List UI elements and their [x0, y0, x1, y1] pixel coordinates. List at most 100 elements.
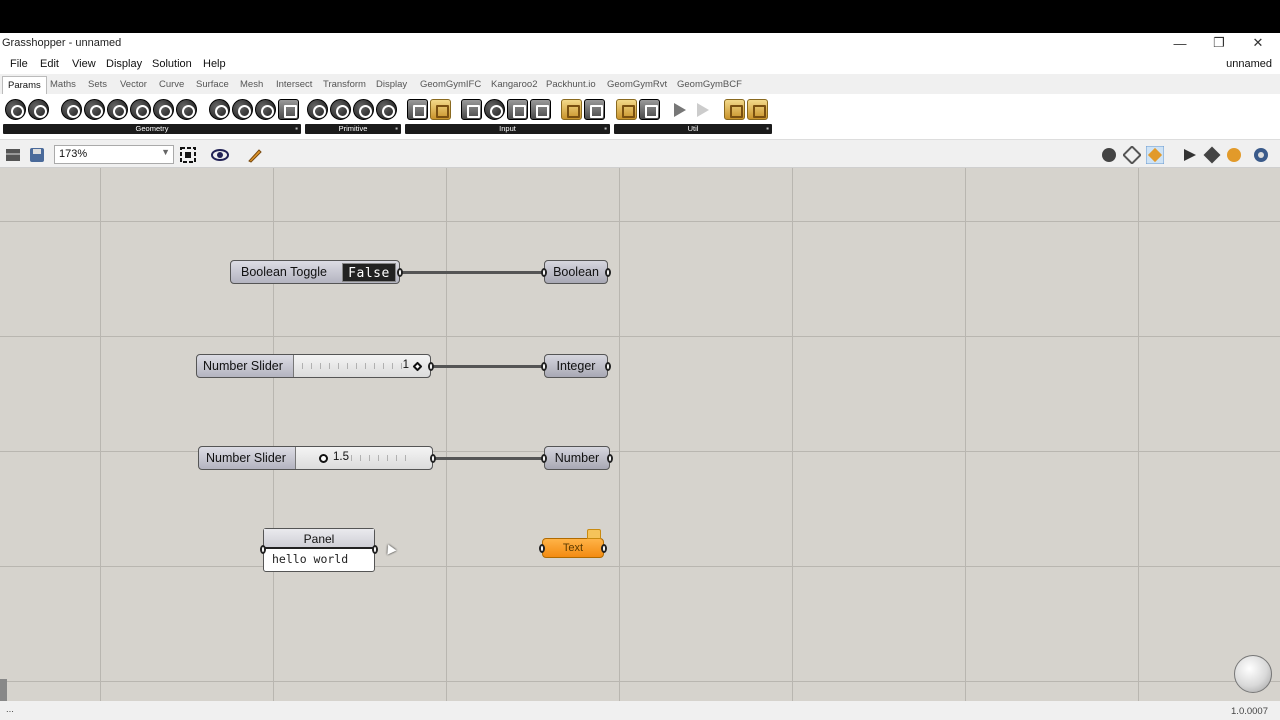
tab-display[interactable]: Display	[376, 79, 407, 90]
material-preview-icon[interactable]	[1225, 146, 1243, 164]
tab-maths[interactable]: Maths	[50, 79, 76, 90]
tab-mesh[interactable]: Mesh	[240, 79, 263, 90]
integer-param-icon[interactable]	[330, 99, 351, 120]
field-param-icon[interactable]	[278, 99, 299, 120]
integer-slider-component[interactable]: Number Slider 1	[196, 354, 434, 378]
wire[interactable]	[433, 457, 544, 460]
tab-kangaroo2[interactable]: Kangaroo2	[491, 79, 537, 90]
slider-knob[interactable]	[412, 361, 423, 372]
input-grip[interactable]	[539, 544, 545, 553]
tab-geomgymrvt[interactable]: GeomGymRvt	[607, 79, 667, 90]
text-param-icon[interactable]	[376, 99, 397, 120]
jump-icon[interactable]	[724, 99, 745, 120]
slider-track[interactable]: 1	[293, 355, 430, 377]
tab-geomgymbcf[interactable]: GeomGymBCF	[677, 79, 742, 90]
canvas[interactable]: Boolean Toggle False Boolean Number Slid…	[0, 168, 1280, 701]
output-grip[interactable]	[607, 454, 613, 463]
slider-knob[interactable]	[319, 454, 328, 463]
output-grip[interactable]	[430, 454, 436, 463]
data-output-icon[interactable]	[693, 99, 714, 120]
galapagos-icon[interactable]	[747, 99, 768, 120]
menu-solution[interactable]: Solution	[152, 58, 192, 70]
number-slider-component[interactable]: Number Slider 1.5	[198, 446, 436, 470]
selected-preview-icon[interactable]	[1181, 146, 1199, 164]
tab-surface[interactable]: Surface	[196, 79, 229, 90]
plane-param-icon[interactable]	[176, 99, 197, 120]
menu-view[interactable]: View	[72, 58, 96, 70]
restore-icon[interactable]: ❐	[1199, 33, 1239, 53]
slider-track[interactable]: 1.5	[295, 447, 432, 469]
fitness-icon[interactable]	[639, 99, 660, 120]
domain-param-icon[interactable]	[353, 99, 374, 120]
input-grip[interactable]	[260, 545, 266, 554]
output-grip[interactable]	[428, 362, 434, 371]
mesh-param-icon[interactable]	[255, 99, 276, 120]
save-icon[interactable]	[28, 146, 46, 164]
output-grip[interactable]	[601, 544, 607, 553]
menu-file[interactable]: File	[10, 58, 28, 70]
number-slider-icon[interactable]	[507, 99, 528, 120]
panel-icon[interactable]	[561, 99, 582, 120]
vector-param-icon[interactable]	[28, 99, 49, 120]
output-grip[interactable]	[397, 268, 403, 277]
graph-mapper-icon[interactable]	[430, 99, 451, 120]
number-param-icon[interactable]	[307, 99, 328, 120]
menu-edit[interactable]: Edit	[40, 58, 59, 70]
expand-icon[interactable]: ▪	[766, 124, 769, 134]
expand-icon[interactable]: ▪	[295, 124, 298, 134]
boolean-param[interactable]: Boolean	[541, 260, 611, 284]
text-param[interactable]: Text	[539, 529, 607, 558]
boolean-toggle-component[interactable]: Boolean Toggle False	[230, 260, 403, 284]
tab-curve[interactable]: Curve	[159, 79, 184, 90]
wireframe-preview-icon[interactable]	[1123, 146, 1141, 164]
wire[interactable]	[431, 365, 544, 368]
shaded-preview-icon[interactable]	[1146, 146, 1164, 164]
wire[interactable]	[400, 271, 544, 274]
tab-sets[interactable]: Sets	[88, 79, 107, 90]
boolean-toggle-icon[interactable]	[461, 99, 482, 120]
preview-mode-icon[interactable]	[1100, 146, 1118, 164]
zoom-combobox[interactable]: 173% ▼	[54, 145, 174, 164]
document-preview-icon[interactable]	[1203, 146, 1221, 164]
tab-intersect[interactable]: Intersect	[276, 79, 312, 90]
panel-content[interactable]: hello world	[264, 549, 374, 569]
panel-component[interactable]: Panel hello world	[260, 528, 378, 572]
preview-settings-icon[interactable]	[1252, 146, 1270, 164]
open-file-icon[interactable]	[4, 146, 22, 164]
tab-transform[interactable]: Transform	[323, 79, 366, 90]
import-icon[interactable]	[407, 99, 428, 120]
brep-param-icon[interactable]	[232, 99, 253, 120]
close-icon[interactable]: ✕	[1238, 33, 1278, 53]
expand-icon[interactable]: ▪	[395, 124, 398, 134]
minimize-icon[interactable]: —	[1160, 33, 1200, 53]
boolean-toggle-value[interactable]: False	[342, 263, 396, 282]
tab-vector[interactable]: Vector	[120, 79, 147, 90]
integer-param[interactable]: Integer	[541, 354, 611, 378]
input-grip[interactable]	[541, 454, 547, 463]
data-input-icon[interactable]	[670, 99, 691, 120]
menu-help[interactable]: Help	[203, 58, 226, 70]
output-grip[interactable]	[605, 362, 611, 371]
output-grip[interactable]	[605, 268, 611, 277]
expand-icon[interactable]: ▪	[604, 124, 607, 134]
rectangle-param-icon[interactable]	[153, 99, 174, 120]
tab-params[interactable]: Params	[2, 76, 47, 94]
number-param[interactable]: Number	[541, 446, 613, 470]
value-list-icon[interactable]	[530, 99, 551, 120]
button-icon[interactable]	[484, 99, 505, 120]
curve-param-icon[interactable]	[107, 99, 128, 120]
output-grip[interactable]	[372, 545, 378, 554]
eye-icon[interactable]	[211, 146, 229, 164]
tab-packhunt[interactable]: Packhunt.io	[546, 79, 596, 90]
tab-geomgymifc[interactable]: GeomGymIFC	[420, 79, 481, 90]
navigation-compass-icon[interactable]	[1234, 655, 1272, 693]
sketch-pen-icon[interactable]	[246, 146, 264, 164]
geometry-param-icon[interactable]	[5, 99, 26, 120]
cluster-icon[interactable]	[616, 99, 637, 120]
line-param-icon[interactable]	[84, 99, 105, 120]
image-sampler-icon[interactable]	[584, 99, 605, 120]
scrollbar[interactable]	[0, 679, 7, 701]
input-grip[interactable]	[541, 268, 547, 277]
menu-display[interactable]: Display	[106, 58, 142, 70]
zoom-extents-icon[interactable]	[179, 146, 197, 164]
